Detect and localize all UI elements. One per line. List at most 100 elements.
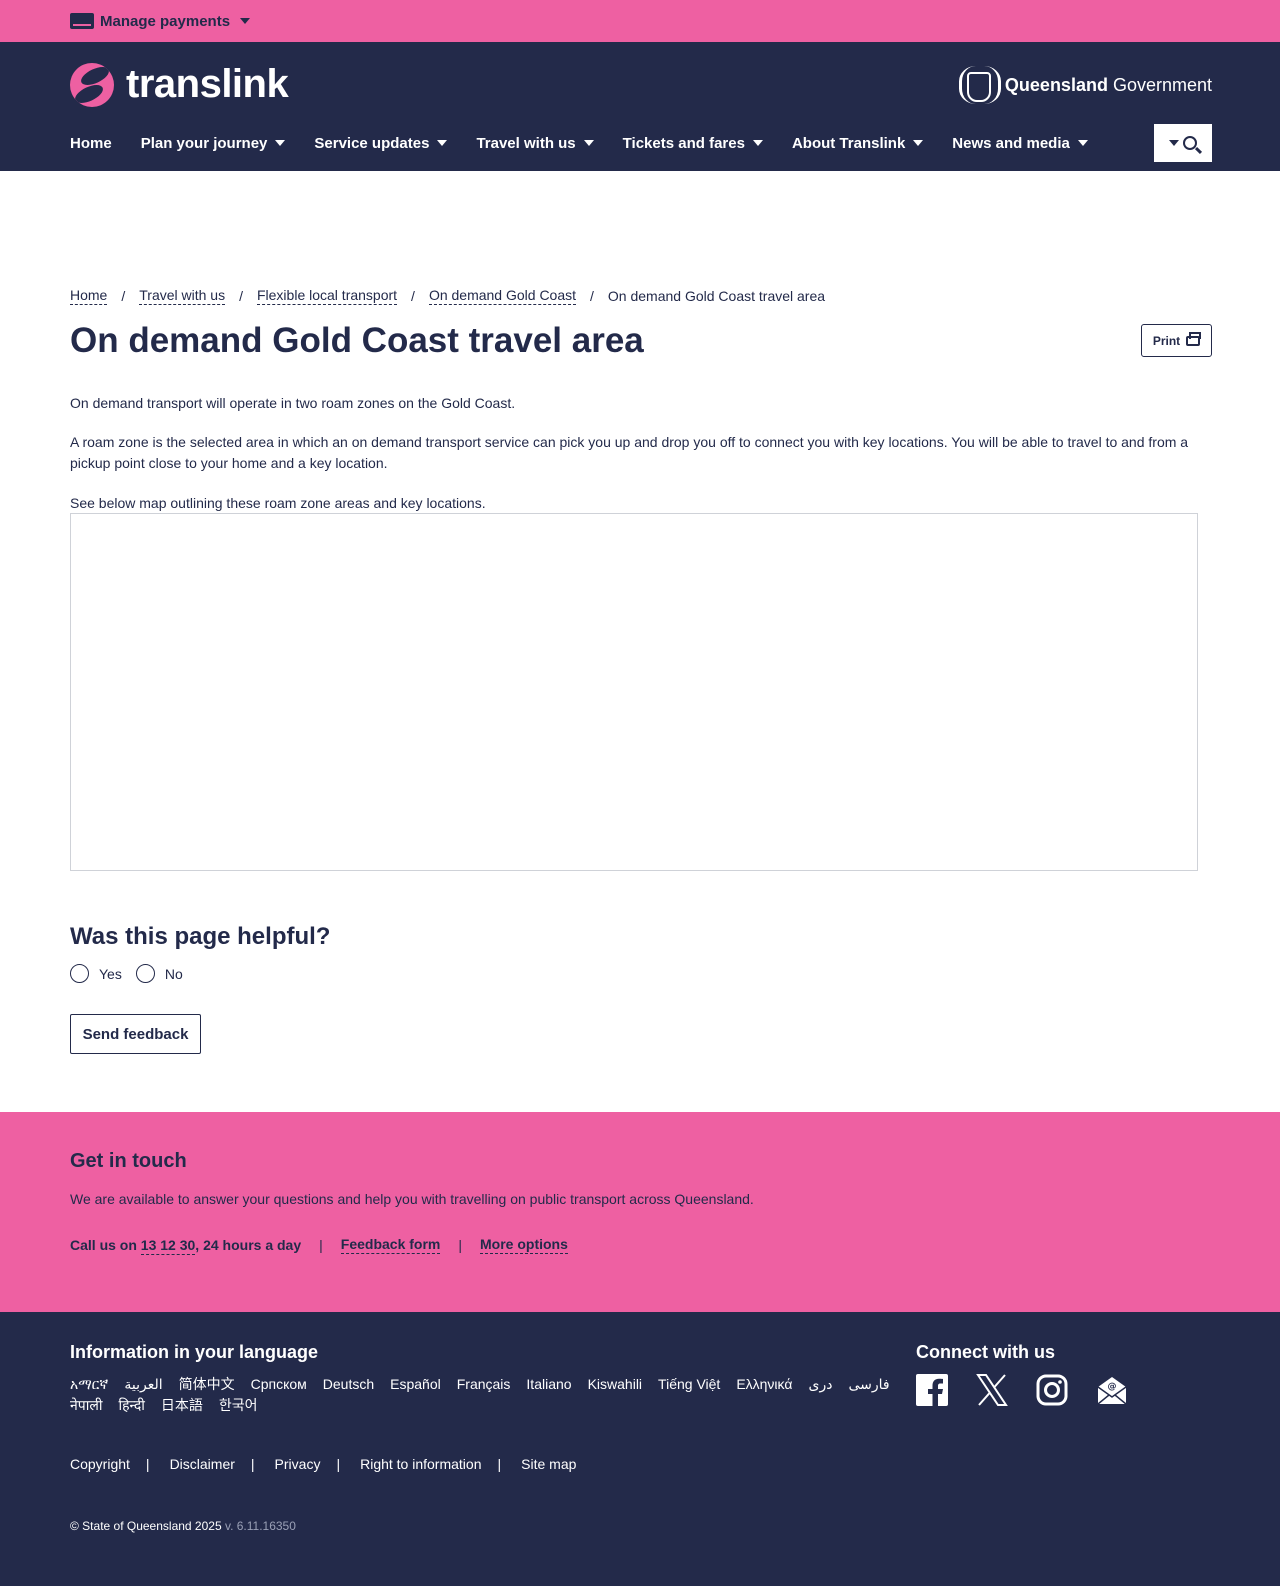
- printer-icon: [1186, 331, 1202, 346]
- footer-link-privacy[interactable]: Privacy: [275, 1456, 321, 1472]
- language-link[interactable]: Ελληνικά: [736, 1374, 792, 1395]
- main-nav: Home Plan your journey Service updates T…: [70, 130, 1117, 156]
- nav-label: Home: [70, 134, 112, 152]
- nav-label: Travel with us: [476, 134, 576, 152]
- separator: |: [319, 1237, 323, 1253]
- language-link[interactable]: हिन्दी: [118, 1395, 144, 1416]
- breadcrumb-separator: /: [590, 288, 594, 304]
- radio-label-no: No: [164, 965, 183, 982]
- feedback-no-radio[interactable]: No: [135, 964, 183, 983]
- crest-icon: [955, 64, 1001, 106]
- language-link[interactable]: العربية: [124, 1374, 162, 1395]
- language-link[interactable]: دری: [808, 1374, 832, 1395]
- language-link[interactable]: 简体中文: [179, 1374, 235, 1395]
- feedback-form-link[interactable]: Feedback form: [340, 1236, 441, 1254]
- call-us-text: Call us on 13 12 30, 24 hours a day: [70, 1237, 302, 1255]
- breadcrumb-travel-with-us[interactable]: Travel with us: [139, 287, 226, 305]
- language-link[interactable]: Kiswahili: [588, 1374, 642, 1395]
- separator: |: [336, 1456, 341, 1472]
- page-title: On demand Gold Coast travel area: [70, 321, 644, 360]
- separator: |: [497, 1456, 502, 1472]
- feedback-radio-group: Yes No: [70, 964, 197, 983]
- send-feedback-button[interactable]: Send feedback: [70, 1014, 201, 1054]
- chevron-down-icon: [1169, 140, 1179, 146]
- feedback-yes-radio[interactable]: Yes: [70, 964, 122, 983]
- language-link[interactable]: አማርኛ: [70, 1374, 108, 1395]
- queensland-government-text: Queensland Government: [1004, 74, 1212, 95]
- print-button[interactable]: Print: [1141, 324, 1212, 357]
- translink-logo-text: translink: [126, 62, 289, 106]
- email-icon: @: [1097, 1377, 1127, 1405]
- separator: |: [250, 1456, 255, 1472]
- separator: |: [145, 1456, 150, 1472]
- nav-tickets-and-fares[interactable]: Tickets and fares: [623, 130, 763, 156]
- nav-service-updates[interactable]: Service updates: [314, 130, 448, 156]
- email-link[interactable]: @: [1096, 1374, 1128, 1406]
- social-links: @: [916, 1374, 1128, 1406]
- chevron-down-icon: [275, 140, 286, 146]
- contact-links: Call us on 13 12 30, 24 hours a day | Fe…: [70, 1236, 568, 1255]
- chevron-down-icon: [583, 140, 594, 146]
- search-icon: [1183, 136, 1197, 150]
- instagram-link[interactable]: [1036, 1374, 1068, 1406]
- nav-travel-with-us[interactable]: Travel with us: [476, 130, 594, 156]
- breadcrumb-separator: /: [239, 288, 243, 304]
- radio-circle[interactable]: [70, 964, 89, 983]
- x-icon: [976, 1374, 1008, 1406]
- chevron-down-icon: [752, 140, 763, 146]
- more-options-link[interactable]: More options: [480, 1236, 568, 1254]
- queensland-government-logo[interactable]: Queensland Government: [955, 64, 1212, 106]
- language-link[interactable]: فارسی: [848, 1374, 889, 1395]
- breadcrumb-separator: /: [411, 288, 415, 304]
- breadcrumb-separator: /: [121, 288, 126, 304]
- translink-logo[interactable]: translink: [70, 62, 289, 107]
- feedback-title: Was this page helpful?: [70, 923, 331, 950]
- nav-news-and-media[interactable]: News and media: [952, 130, 1088, 156]
- language-link[interactable]: 한국어: [219, 1395, 258, 1416]
- site-footer: Information in your language አማርኛ العربي…: [0, 1312, 1280, 1586]
- breadcrumb-home[interactable]: Home: [70, 287, 108, 305]
- footer-links: Copyright | Disclaimer | Privacy | Right…: [70, 1456, 576, 1472]
- breadcrumb-flexible-local-transport[interactable]: Flexible local transport: [256, 287, 398, 305]
- connect-title: Connect with us: [916, 1342, 1055, 1362]
- language-list: አማርኛ العربية 简体中文 Српском Deutsch Españo…: [70, 1374, 890, 1416]
- footer-link-site-map[interactable]: Site map: [521, 1456, 576, 1472]
- nav-plan-your-journey[interactable]: Plan your journey: [141, 130, 286, 156]
- search-button[interactable]: [1154, 124, 1212, 162]
- get-in-touch-title: Get in touch: [70, 1150, 187, 1172]
- chevron-down-icon: [240, 18, 251, 24]
- footer-link-disclaimer[interactable]: Disclaimer: [170, 1456, 235, 1472]
- language-link[interactable]: Tiếng Việt: [658, 1374, 720, 1395]
- nav-label: News and media: [952, 134, 1070, 152]
- radio-circle[interactable]: [135, 964, 155, 983]
- language-link[interactable]: Français: [457, 1374, 511, 1395]
- manage-payments-dropdown[interactable]: Manage payments: [70, 12, 251, 30]
- language-link[interactable]: Italiano: [526, 1374, 571, 1395]
- x-link[interactable]: [976, 1374, 1008, 1406]
- language-title: Information in your language: [70, 1342, 319, 1362]
- map-embed[interactable]: [70, 513, 1198, 871]
- language-link[interactable]: नेपाली: [70, 1395, 102, 1416]
- language-link[interactable]: Српском: [251, 1374, 307, 1395]
- footer-link-copyright[interactable]: Copyright: [70, 1456, 130, 1472]
- facebook-link[interactable]: [916, 1374, 948, 1406]
- breadcrumb-on-demand-gold-coast[interactable]: On demand Gold Coast: [428, 287, 577, 305]
- nav-about-translink[interactable]: About Translink: [791, 130, 924, 156]
- instagram-icon: [1036, 1374, 1068, 1406]
- footer-link-right-to-information[interactable]: Right to information: [360, 1456, 481, 1472]
- nav-label: Plan your journey: [140, 134, 268, 152]
- nav-home[interactable]: Home: [70, 130, 112, 156]
- chevron-down-icon: [913, 140, 924, 146]
- language-link[interactable]: 日本語: [161, 1395, 203, 1416]
- version-text: v. 6.11.16350: [221, 1519, 296, 1533]
- breadcrumb-current: On demand Gold Coast travel area: [607, 288, 826, 304]
- language-link[interactable]: Deutsch: [323, 1374, 374, 1395]
- phone-link[interactable]: 13 12 30: [140, 1237, 196, 1255]
- nav-label: About Translink: [791, 134, 906, 152]
- manage-payments-label: Manage payments: [100, 12, 231, 30]
- print-label: Print: [1152, 333, 1181, 348]
- breadcrumb: Home / Travel with us / Flexible local t…: [70, 287, 825, 305]
- copyright-text: © State of Queensland 2025 v. 6.11.16350: [70, 1519, 296, 1533]
- language-link[interactable]: Español: [390, 1374, 441, 1395]
- top-bar: Manage payments: [0, 0, 1280, 42]
